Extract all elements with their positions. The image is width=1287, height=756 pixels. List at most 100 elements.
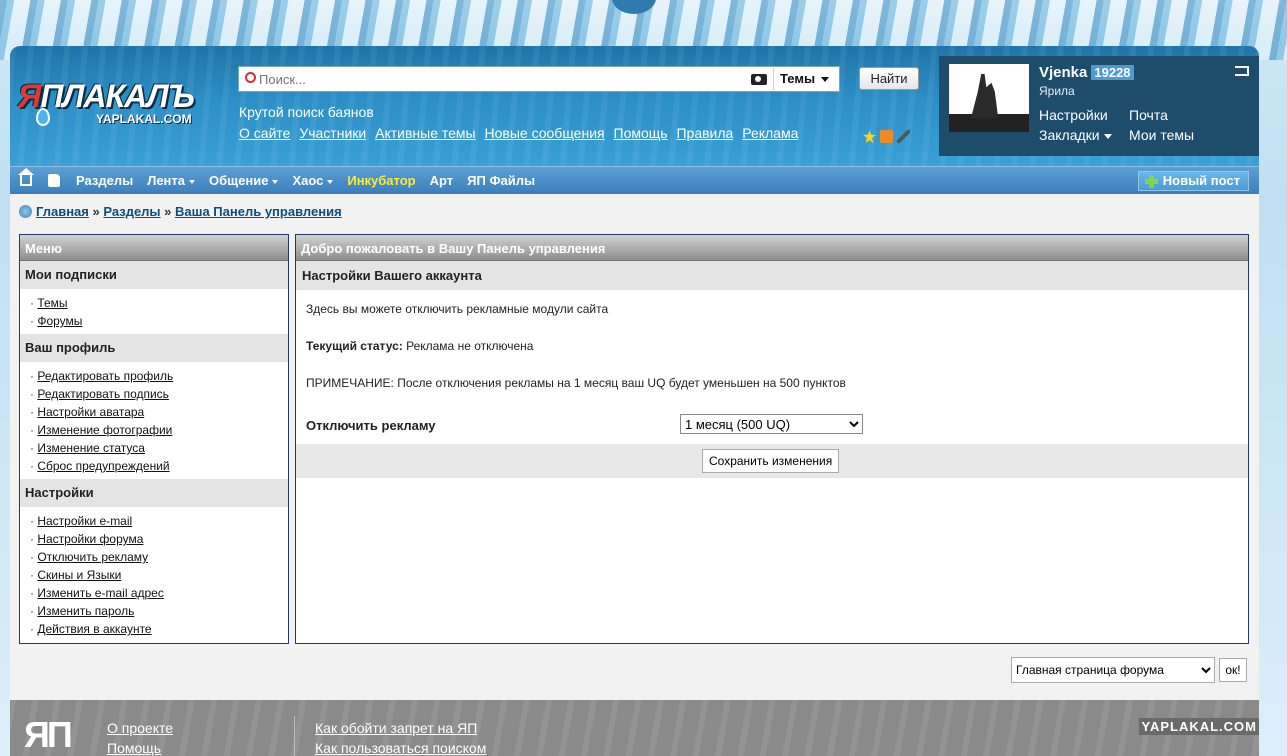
page-wrapper: ЯПЛАКАЛЪ YAPLAKAL.COM Темы Найти Крутой … (10, 46, 1259, 701)
crumb-sections[interactable]: Разделы (103, 204, 160, 219)
footer-brand: YAPLAKAL.COM (1139, 718, 1259, 735)
search-icon (245, 72, 256, 83)
sidebar-item-change-password[interactable]: Изменить пароль (37, 604, 134, 618)
home-icon[interactable] (18, 168, 34, 186)
sidebar-item-photo[interactable]: Изменение фотографии (37, 423, 172, 437)
user-menu-mail[interactable]: Почта (1129, 107, 1168, 123)
chevron-down-icon (327, 179, 334, 184)
link-about[interactable]: О сайте (239, 125, 290, 141)
crumb-control-panel[interactable]: Ваша Панель управления (175, 204, 342, 219)
sidebar-item-disable-ads[interactable]: Отключить рекламу (37, 550, 148, 564)
top-links: О сайте Участники Активные темы Новые со… (239, 125, 803, 141)
sidebar-item-email-settings[interactable]: Настройки e-mail (37, 514, 132, 528)
top-icons (863, 128, 914, 144)
sidebar-item-status[interactable]: Изменение статуса (37, 441, 145, 455)
list-item: Настройки форума (30, 530, 288, 548)
site-header: ЯПЛАКАЛЪ YAPLAKAL.COM Темы Найти Крутой … (10, 46, 1259, 166)
camera-icon[interactable] (751, 74, 767, 85)
user-menu-bookmarks[interactable]: Закладки (1039, 127, 1112, 143)
note-text: ПРИМЕЧАНИЕ: После отключения рекламы на … (306, 376, 846, 390)
sidebar-item-topics[interactable]: Темы (37, 296, 67, 310)
pencil-icon[interactable] (897, 130, 910, 144)
link-active-topics[interactable]: Активные темы (375, 125, 476, 141)
form-footer: Сохранить изменения (296, 444, 1248, 478)
sidebar-item-warnings[interactable]: Сброс предупреждений (37, 459, 169, 473)
footer-divider (294, 716, 295, 756)
list-item: Темы (30, 294, 288, 312)
thumbs-up-icon[interactable] (48, 174, 60, 187)
main-nav: Разделы Лента Общение Хаос Инкубатор Арт… (10, 166, 1259, 194)
list-item: Настройки e-mail (30, 512, 288, 530)
section-profile: Ваш профиль (20, 334, 288, 362)
avatar[interactable] (949, 64, 1029, 132)
chevron-down-icon (272, 179, 279, 184)
status-line: Текущий статус: Реклама не отключена (296, 316, 1248, 353)
nav-art[interactable]: Арт (430, 173, 454, 188)
username[interactable]: Vjenka 19228 (1039, 64, 1134, 81)
save-button[interactable]: Сохранить изменения (702, 449, 840, 473)
new-post-button[interactable]: Новый пост (1137, 171, 1249, 191)
list-settings: Настройки e-mail Настройки форума Отключ… (20, 507, 288, 642)
nav-feed[interactable]: Лента (147, 173, 196, 188)
link-members[interactable]: Участники (299, 125, 366, 141)
list-item: Скины и Языки (30, 566, 288, 584)
crumb-home[interactable]: Главная (36, 204, 89, 219)
nav-sections[interactable]: Разделы (76, 173, 133, 188)
link-help[interactable]: Помощь (614, 125, 668, 141)
sidebar-item-avatar[interactable]: Настройки аватара (37, 405, 144, 419)
sidebar-item-skins[interactable]: Скины и Языки (37, 568, 121, 582)
link-ads[interactable]: Реклама (742, 125, 798, 141)
ad-period-select[interactable]: 1 месяц (500 UQ) (680, 414, 863, 434)
menu-title: Меню (20, 235, 288, 261)
user-menu-my-topics[interactable]: Мои темы (1129, 127, 1194, 143)
list-item: Форумы (30, 312, 288, 330)
nav-incubator[interactable]: Инкубатор (347, 173, 415, 188)
footer-link-search-help[interactable]: Как пользоваться поиском (315, 738, 486, 756)
sidebar-item-edit-profile[interactable]: Редактировать профиль (37, 369, 173, 383)
site-logo[interactable]: ЯПЛАКАЛЪ YAPLAKAL.COM (18, 78, 223, 132)
search-input[interactable] (259, 70, 739, 88)
sidebar-item-forums[interactable]: Форумы (37, 314, 82, 328)
footer-logo[interactable]: ЯП (24, 714, 73, 756)
forum-jump-select[interactable]: Главная страница форума (1011, 657, 1215, 683)
jump-ok-button[interactable]: ок! (1219, 658, 1247, 682)
footer-link-help[interactable]: Помощь (107, 738, 173, 756)
nav-files[interactable]: ЯП Файлы (467, 173, 535, 188)
search-button[interactable]: Найти (859, 67, 919, 90)
footer-col-2: Как обойти запрет на ЯП Как пользоваться… (315, 718, 486, 756)
sidebar-menu: Меню Мои подписки Темы Форумы Ваш профил… (19, 234, 289, 644)
chevron-down-icon (821, 77, 830, 83)
teardrop-icon (36, 108, 50, 126)
site-footer: ЯП О проекте Помощь Как обойти запрет на… (10, 700, 1259, 756)
option-row: Отключить рекламу 1 месяц (500 UQ) (296, 404, 1248, 444)
footer-link-bypass[interactable]: Как обойти запрет на ЯП (315, 718, 486, 738)
search-scope-select[interactable]: Темы (773, 68, 839, 90)
sidebar-item-forum-settings[interactable]: Настройки форума (37, 532, 143, 546)
list-item: Редактировать подпись (30, 385, 288, 403)
footer-link-about[interactable]: О проекте (107, 718, 173, 738)
logout-icon[interactable] (1235, 66, 1249, 76)
link-rules[interactable]: Правила (676, 125, 733, 141)
rss-icon[interactable] (880, 130, 893, 144)
user-rank: Ярила (1039, 84, 1075, 98)
nav-chat[interactable]: Общение (209, 173, 279, 188)
chevron-down-icon (1103, 133, 1112, 139)
list-item: Изменить e-mail адрес (30, 584, 288, 602)
option-label: Отключить рекламу (306, 418, 436, 433)
nav-chaos[interactable]: Хаос (292, 173, 334, 188)
list-item: Сброс предупреждений (30, 457, 288, 475)
chevron-down-icon (189, 179, 196, 184)
logo-subtitle: YAPLAKAL.COM (96, 112, 192, 126)
content-title: Добро пожаловать в Вашу Панель управлени… (296, 235, 1248, 261)
sidebar-item-account-actions[interactable]: Действия в аккаунте (37, 622, 151, 636)
user-box: Vjenka 19228 Ярила Настройки Почта Заклад… (939, 56, 1259, 156)
link-new-messages[interactable]: Новые сообщения (485, 125, 605, 141)
list-item: Редактировать профиль (30, 367, 288, 385)
status-value: Реклама не отключена (406, 339, 534, 353)
sidebar-item-edit-signature[interactable]: Редактировать подпись (37, 387, 169, 401)
user-menu-settings[interactable]: Настройки (1039, 107, 1108, 123)
star-icon[interactable] (863, 130, 876, 144)
list-item: Отключить рекламу (30, 548, 288, 566)
sidebar-item-change-email[interactable]: Изменить e-mail адрес (37, 586, 164, 600)
intro-text: Здесь вы можете отключить рекламные моду… (306, 302, 609, 316)
